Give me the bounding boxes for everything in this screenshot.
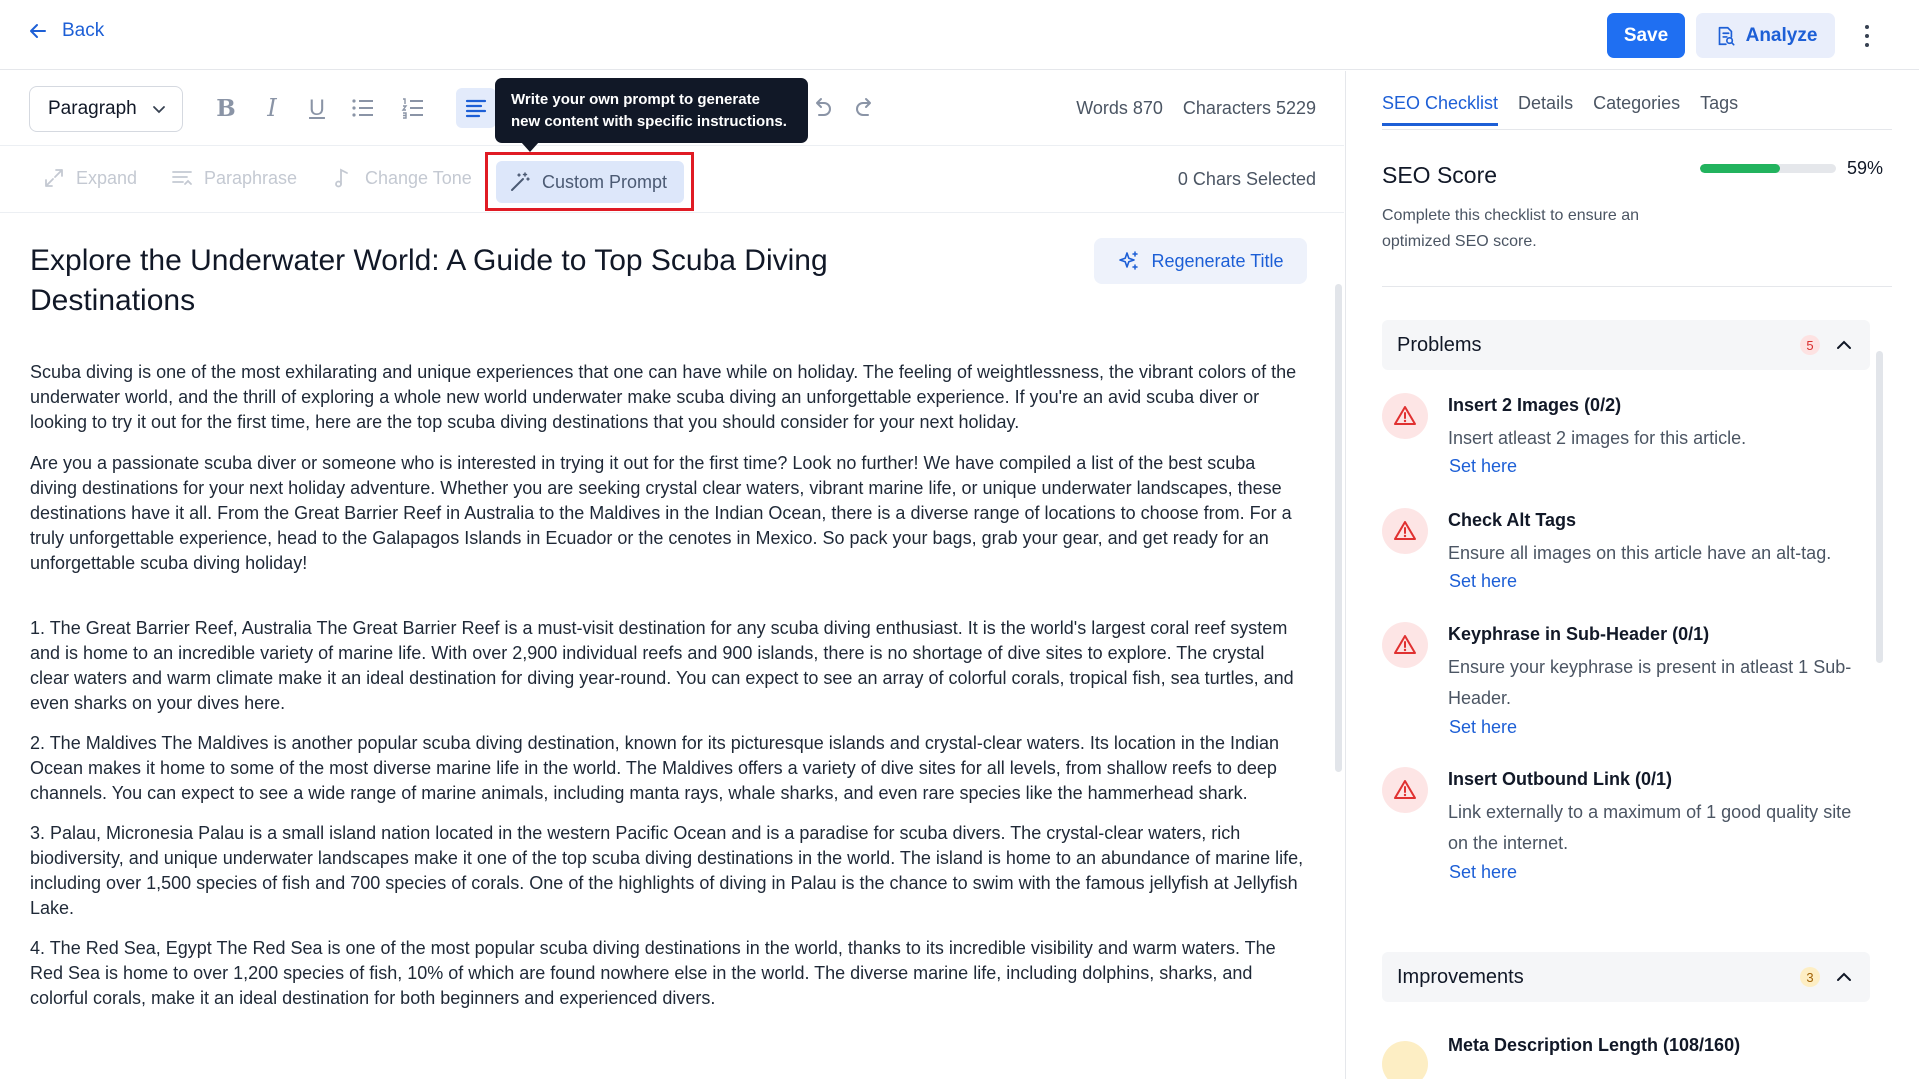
set-here-link[interactable]: Set here: [1449, 862, 1517, 883]
arrow-left-icon: [30, 24, 46, 38]
analyze-document-icon: [1718, 26, 1735, 46]
warning-icon: [1382, 622, 1428, 668]
tab-tags[interactable]: Tags: [1700, 93, 1738, 126]
seo-score-bar: [1700, 164, 1836, 173]
italic-icon[interactable]: I: [257, 93, 287, 123]
paragraph-format-select[interactable]: Paragraph: [29, 86, 183, 132]
expand-button[interactable]: Expand: [42, 166, 137, 190]
chevron-up-icon: [1837, 340, 1851, 349]
expand-label: Expand: [76, 167, 138, 188]
paragraph: 1. The Great Barrier Reef, Australia The…: [30, 618, 1294, 713]
improvements-count-badge: 3: [1800, 967, 1820, 987]
set-here-link[interactable]: Set here: [1449, 571, 1517, 592]
custom-prompt-label: Custom Prompt: [542, 171, 668, 192]
problem-title: Insert Outbound Link (0/1): [1448, 769, 1672, 789]
warning-icon: [1382, 508, 1428, 554]
custom-prompt-button[interactable]: Custom Prompt: [496, 161, 684, 203]
ai-toolbar: Expand Paraphrase Change Tone Custom Pro…: [0, 147, 1344, 213]
music-note-icon: [335, 168, 348, 188]
chars-selected: 0 Chars Selected: [1177, 169, 1316, 189]
more-options-icon[interactable]: [1858, 22, 1876, 50]
problem-description: Ensure all images on this article have a…: [1448, 543, 1832, 563]
paragraph: 4. The Red Sea, Egypt The Red Sea is one…: [30, 938, 1276, 1008]
paragraph: Scuba diving is one of the most exhilara…: [30, 362, 1297, 432]
seo-score-description: Complete this checklist to ensure an opt…: [1382, 207, 1640, 250]
underline-icon[interactable]: U: [302, 93, 332, 123]
paraphrase-icon: [172, 171, 192, 185]
numbered-list-icon[interactable]: [398, 93, 428, 123]
seo-score-percent: 59%: [1847, 158, 1884, 178]
redo-icon[interactable]: [851, 93, 881, 123]
tab-seo-checklist[interactable]: SEO Checklist: [1382, 93, 1499, 126]
custom-prompt-tooltip: Write your own prompt to generate new co…: [495, 78, 808, 152]
article-content[interactable]: Explore the Underwater World: A Guide to…: [0, 214, 1344, 1052]
paraphrase-label: Paraphrase: [204, 167, 298, 188]
problem-title: Insert 2 Images (0/2): [1448, 395, 1622, 415]
word-char-counts: Words 870 Characters 5229: [1076, 98, 1316, 119]
seo-score-title: SEO Score: [1382, 162, 1498, 188]
paragraph-format-value: Paragraph: [48, 98, 137, 119]
seo-panel: SEO Checklist Details Categories Tags SE…: [1345, 71, 1919, 1079]
tabs-divider: [1382, 129, 1892, 130]
word-count: Words 870: [1076, 98, 1163, 118]
magic-wand-icon: [511, 172, 530, 191]
problem-title: Check Alt Tags: [1448, 510, 1577, 530]
problems-header[interactable]: Problems 5: [1382, 320, 1870, 370]
undo-icon[interactable]: [806, 93, 836, 123]
editor-scrollbar[interactable]: [1335, 284, 1342, 772]
bullet-list-icon[interactable]: [348, 93, 378, 123]
analyze-label: Analyze: [1745, 24, 1818, 46]
regenerate-title-button[interactable]: Regenerate Title: [1094, 238, 1307, 284]
chevron-down-icon: [153, 106, 165, 114]
change-tone-label: Change Tone: [365, 167, 472, 188]
regenerate-title-label: Regenerate Title: [1151, 250, 1284, 271]
paragraph: 3. Palau, Micronesia Palau is a small is…: [30, 823, 1304, 918]
back-label: Back: [62, 20, 105, 41]
seo-score-fill: [1700, 164, 1781, 173]
problem-description: Link externally to a maximum of 1 good q…: [1448, 802, 1852, 853]
warning-icon: [1382, 767, 1428, 813]
set-here-link[interactable]: Set here: [1449, 456, 1517, 477]
editor-area: Paragraph B I U Words 870 Characters 522…: [0, 71, 1344, 1079]
paragraph: Are you a passionate scuba diver or some…: [30, 453, 1292, 573]
improvements-header[interactable]: Improvements 3: [1382, 952, 1870, 1002]
warning-icon: [1382, 393, 1428, 439]
improvements-title: Improvements: [1397, 965, 1524, 988]
improvement-title: Meta Description Length (108/160): [1448, 1035, 1741, 1055]
article-title[interactable]: Explore the Underwater World: A Guide to…: [30, 241, 930, 321]
paragraph: 2. The Maldives The Maldives is another …: [30, 733, 1279, 803]
article-body[interactable]: Scuba diving is one of the most exhilara…: [30, 360, 1305, 1026]
top-bar: Back Save Analyze: [0, 0, 1919, 70]
analyze-button[interactable]: Analyze: [1696, 13, 1835, 58]
panel-scrollbar[interactable]: [1876, 351, 1883, 663]
change-tone-button[interactable]: Change Tone: [331, 166, 472, 190]
panel-tabs: SEO Checklist Details Categories Tags: [1382, 93, 1738, 126]
problem-description: Ensure your keyphrase is present in atle…: [1448, 657, 1852, 708]
problem-description: Insert atleast 2 images for this article…: [1448, 428, 1747, 448]
paraphrase-button[interactable]: Paraphrase: [170, 166, 297, 190]
bold-icon[interactable]: B: [211, 93, 241, 123]
problems-count-badge: 5: [1800, 335, 1820, 355]
tab-categories[interactable]: Categories: [1593, 93, 1680, 126]
divider: [1382, 286, 1892, 287]
save-button[interactable]: Save: [1607, 13, 1685, 58]
back-button[interactable]: Back: [28, 20, 104, 42]
tab-details[interactable]: Details: [1518, 93, 1573, 126]
set-here-link[interactable]: Set here: [1449, 717, 1517, 738]
info-icon: [1382, 1041, 1428, 1079]
align-left-button[interactable]: [456, 88, 496, 128]
chevron-up-icon: [1837, 972, 1851, 981]
align-left-icon: [465, 99, 487, 118]
sparkle-icon: [1119, 251, 1139, 270]
character-count: Characters 5229: [1182, 98, 1316, 118]
problem-title: Keyphrase in Sub-Header (0/1): [1448, 624, 1710, 644]
expand-icon: [45, 169, 63, 187]
problems-title: Problems: [1397, 333, 1482, 356]
